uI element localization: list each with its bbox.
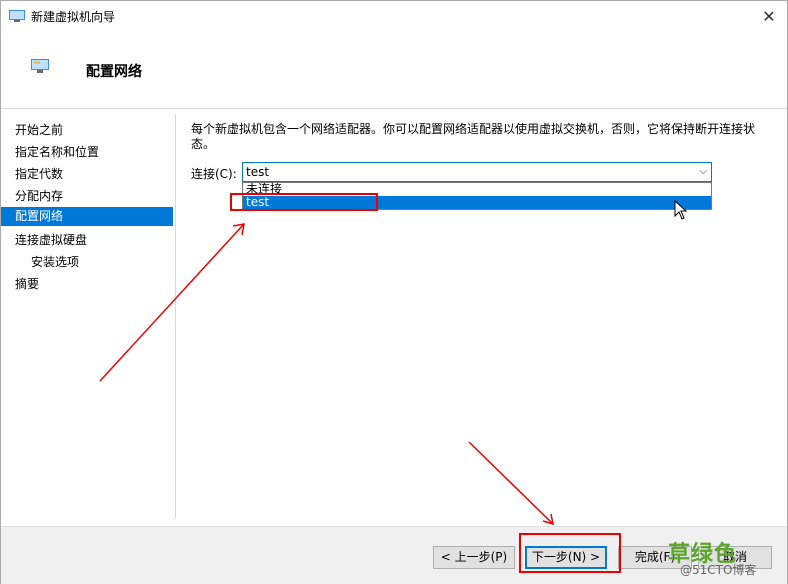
main-content: 每个新虚拟机包含一个网络适配器。你可以配置网络适配器以使用虚拟交换机，否则，它将… xyxy=(191,122,771,210)
sidebar-item-summary[interactable]: 摘要 xyxy=(1,275,173,294)
sidebar-item-name-location[interactable]: 指定名称和位置 xyxy=(1,143,173,162)
page-header: 配置网络 xyxy=(1,31,787,109)
dropdown-option-not-connected[interactable]: 未连接 xyxy=(243,183,711,196)
title-bar: 新建虚拟机向导 ✕ xyxy=(1,1,787,31)
sidebar-item-generation[interactable]: 指定代数 xyxy=(1,165,173,184)
connection-select[interactable]: test ⌵ xyxy=(242,162,712,182)
connection-label: 连接(C): xyxy=(191,167,237,181)
sidebar-item-networking[interactable]: 配置网络 xyxy=(1,207,173,226)
connection-value: test xyxy=(246,165,270,179)
close-icon: ✕ xyxy=(762,6,776,26)
page-title: 配置网络 xyxy=(86,64,142,80)
sidebar-item-memory[interactable]: 分配内存 xyxy=(1,187,173,206)
sidebar-divider xyxy=(175,114,176,519)
sidebar-item-install-options[interactable]: 安装选项 xyxy=(1,253,173,272)
mouse-pointer-icon xyxy=(674,200,688,220)
network-config-icon xyxy=(31,59,49,73)
window-title: 新建虚拟机向导 xyxy=(31,10,116,24)
vm-wizard-icon xyxy=(9,10,25,22)
chevron-down-icon: ⌵ xyxy=(699,166,707,177)
close-button[interactable]: ✕ xyxy=(751,1,787,31)
previous-button[interactable]: < 上一步(P) xyxy=(433,546,515,569)
connection-row: 连接(C): test ⌵ 未连接 test xyxy=(191,162,781,210)
connection-dropdown-list: 未连接 test xyxy=(242,182,712,210)
sidebar-item-before-you-begin[interactable]: 开始之前 xyxy=(1,121,173,140)
wizard-body: 开始之前 指定名称和位置 指定代数 分配内存 配置网络 连接虚拟硬盘 安装选项 … xyxy=(1,110,787,526)
dropdown-option-test[interactable]: test xyxy=(243,196,711,209)
sidebar-item-virtual-disk[interactable]: 连接虚拟硬盘 xyxy=(1,231,173,250)
wizard-window: 新建虚拟机向导 ✕ 配置网络 开始之前 指定名称和位置 指定代数 分配内存 配置… xyxy=(0,0,788,584)
watermark-site-text: @51CTO博客 xyxy=(680,563,757,577)
network-description: 每个新虚拟机包含一个网络适配器。你可以配置网络适配器以使用虚拟交换机，否则，它将… xyxy=(191,122,756,151)
next-button[interactable]: 下一步(N) > xyxy=(525,546,607,569)
step-sidebar: 开始之前 指定名称和位置 指定代数 分配内存 配置网络 连接虚拟硬盘 安装选项 … xyxy=(1,118,175,518)
